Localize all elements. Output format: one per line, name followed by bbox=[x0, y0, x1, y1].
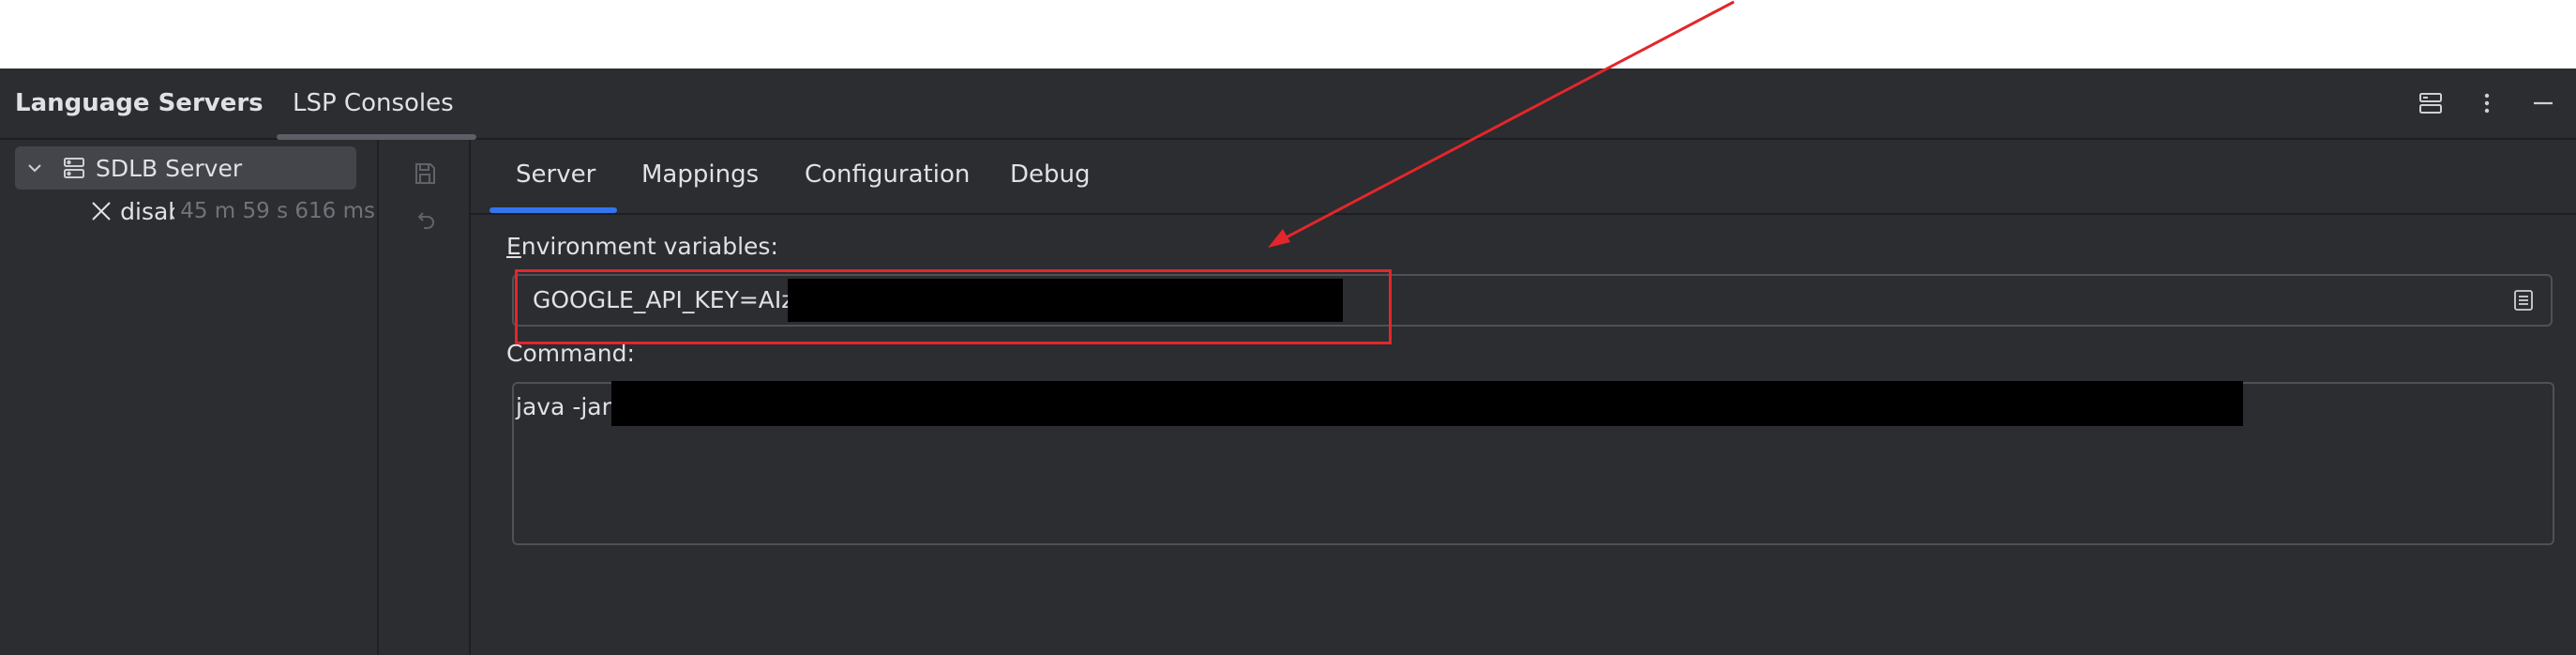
expand-text-icon[interactable] bbox=[2509, 286, 2538, 314]
more-options-icon[interactable] bbox=[2473, 89, 2501, 117]
tool-window-header: Language Servers LSP Consoles bbox=[0, 69, 2576, 140]
command-value: java -jar bbox=[516, 393, 611, 420]
language-servers-tool-window: Language Servers LSP Consoles SDLB Serve… bbox=[0, 69, 2576, 655]
undo-icon[interactable] bbox=[411, 207, 439, 236]
server-icon bbox=[60, 154, 88, 182]
environment-variables-label: Environment variables: bbox=[506, 233, 778, 260]
environment-variables-field[interactable]: GOOGLE_API_KEY=AIz bbox=[512, 274, 2553, 327]
tab-language-servers[interactable]: Language Servers bbox=[15, 69, 264, 138]
command-label: Command: bbox=[506, 340, 635, 367]
tree-item-duration: 45 m 59 s 616 ms bbox=[180, 199, 375, 223]
label-text: nvironment variables: bbox=[520, 233, 778, 260]
settings-toolbar bbox=[379, 140, 471, 655]
redaction-block bbox=[611, 381, 2243, 426]
tree-item-disabled-server[interactable]: disab 45 m 59 s 616 ms bbox=[88, 190, 375, 233]
command-textarea[interactable]: java -jar bbox=[512, 381, 2554, 545]
chevron-down-icon[interactable] bbox=[21, 154, 49, 182]
active-tab-indicator bbox=[490, 207, 617, 213]
tree-item-label: SDLB Server bbox=[96, 154, 243, 182]
settings-tabs: Server Mappings Configuration Debug bbox=[471, 140, 2576, 215]
tab-lsp-consoles[interactable]: LSP Consoles bbox=[293, 69, 454, 138]
minimize-icon[interactable] bbox=[2529, 89, 2557, 117]
redaction-block bbox=[788, 279, 1343, 322]
server-tree: SDLB Server disab 45 m 59 s 616 ms bbox=[0, 140, 379, 655]
tab-mappings[interactable]: Mappings bbox=[641, 140, 759, 215]
mnemonic-letter: E bbox=[506, 233, 521, 260]
tab-configuration[interactable]: Configuration bbox=[805, 140, 970, 215]
environment-variables-value: GOOGLE_API_KEY=AIz bbox=[533, 286, 794, 313]
tab-debug[interactable]: Debug bbox=[1010, 140, 1091, 215]
layout-icon[interactable] bbox=[2417, 89, 2445, 117]
tree-item-label: disab bbox=[120, 197, 174, 225]
save-icon[interactable] bbox=[411, 160, 439, 188]
close-icon bbox=[88, 197, 114, 225]
server-settings-content: Server Mappings Configuration Debug Envi… bbox=[471, 140, 2576, 655]
screenshot-top-margin bbox=[0, 0, 2576, 69]
header-actions bbox=[2417, 69, 2557, 138]
tab-server[interactable]: Server bbox=[516, 140, 595, 215]
tree-item-sdlb-server[interactable]: SDLB Server bbox=[15, 146, 356, 190]
